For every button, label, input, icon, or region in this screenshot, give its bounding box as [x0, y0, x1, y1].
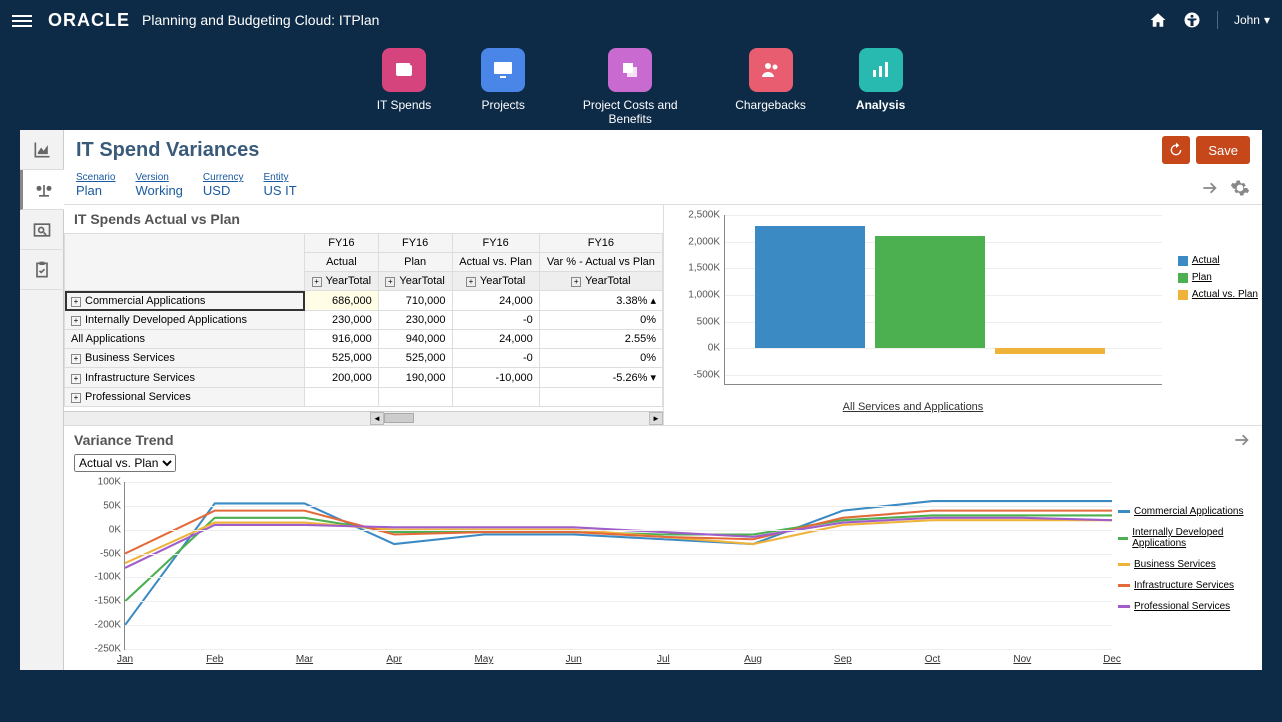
legend-item[interactable]: Business Services [1118, 559, 1258, 570]
trend-selector[interactable]: Actual vs. Plan [74, 454, 176, 472]
line-series[interactable] [125, 518, 1112, 568]
nav-tile-label: Analysis [856, 98, 905, 112]
table-row[interactable]: +Commercial Applications 686,000 710,000… [65, 291, 663, 311]
nav-tile-label: Chargebacks [735, 98, 806, 112]
dim-entity[interactable]: Entity US IT [264, 172, 297, 198]
legend-item[interactable]: Actual vs. Plan [1178, 289, 1258, 300]
sidebar-clipboard-btn[interactable] [20, 250, 64, 290]
chevron-down-icon: ▾ [1264, 13, 1270, 27]
arrow-right-icon[interactable] [1232, 430, 1252, 450]
people-icon [749, 48, 793, 92]
table-row[interactable]: +Infrastructure Services 200,000 190,000… [65, 368, 663, 388]
save-button[interactable]: Save [1196, 136, 1250, 164]
panels-row: IT Spends Actual vs Plan FY16FY16FY16FY1… [64, 205, 1262, 425]
sidebar-chart-btn[interactable] [20, 130, 64, 170]
table-title: IT Spends Actual vs Plan [64, 205, 663, 233]
refresh-button[interactable] [1162, 136, 1190, 164]
stack-icon [608, 48, 652, 92]
sidebar-balance-btn[interactable] [20, 170, 64, 210]
title-bar: IT Spend Variances Save [64, 130, 1262, 170]
accessibility-icon[interactable] [1183, 11, 1201, 29]
bar-chart: -500K0K500K1,000K1,500K2,000K2,500K Actu… [664, 205, 1262, 425]
menu-icon[interactable] [12, 12, 32, 28]
line-chart: -250K-200K-150K-100K-50K0K50K100KJanFebM… [64, 476, 1262, 670]
bar-x-label[interactable]: All Services and Applications [664, 401, 1162, 413]
chart-icon [859, 48, 903, 92]
scroll-left-icon[interactable]: ◄ [370, 412, 384, 425]
dimension-bar: Scenario Plan Version Working Currency U… [64, 170, 1262, 205]
horizontal-scrollbar[interactable]: ◄ ► [64, 411, 663, 425]
left-sidebar [20, 130, 64, 670]
bar[interactable] [875, 236, 985, 348]
line-series[interactable] [125, 520, 1112, 563]
bar[interactable] [755, 226, 865, 349]
content: IT Spend Variances Save Scenario Plan Ve… [20, 130, 1262, 670]
table-row[interactable]: +Internally Developed Applications 230,0… [65, 311, 663, 330]
sidebar-search-btn[interactable] [20, 210, 64, 250]
table-panel: IT Spends Actual vs Plan FY16FY16FY16FY1… [64, 205, 664, 425]
dim-value: USD [203, 183, 244, 198]
table-row[interactable]: +Professional Services [65, 388, 663, 407]
dim-label: Entity [264, 172, 297, 183]
app-title: Planning and Budgeting Cloud: ITPlan [142, 12, 379, 28]
line-series[interactable] [125, 515, 1112, 601]
dim-label: Scenario [76, 172, 115, 183]
trend-title: Variance Trend [74, 432, 174, 448]
dim-value: Plan [76, 183, 115, 198]
dim-version[interactable]: Version Working [135, 172, 182, 198]
home-icon[interactable] [1149, 11, 1167, 29]
bar[interactable] [995, 348, 1105, 353]
nav-tiles: IT Spends Projects Project Costs and Ben… [0, 40, 1282, 130]
header: ORACLE Planning and Budgeting Cloud: ITP… [0, 0, 1282, 40]
dim-currency[interactable]: Currency USD [203, 172, 244, 198]
line-legend: Commercial Applications Internally Develo… [1118, 506, 1258, 622]
wallet-icon [382, 48, 426, 92]
nav-tile-label: Project Costs and Benefits [575, 98, 685, 127]
legend-item[interactable]: Commercial Applications [1118, 506, 1258, 517]
legend-item[interactable]: Professional Services [1118, 601, 1258, 612]
scroll-right-icon[interactable]: ► [649, 412, 663, 425]
legend-item[interactable]: Infrastructure Services [1118, 580, 1258, 591]
user-name: John [1234, 13, 1260, 27]
trend-panel: Variance Trend Actual vs. Plan -250K-200… [64, 425, 1262, 670]
monitor-icon [481, 48, 525, 92]
dim-scenario[interactable]: Scenario Plan [76, 172, 115, 198]
nav-tile-2[interactable]: Project Costs and Benefits [575, 48, 685, 130]
dim-value: Working [135, 183, 182, 198]
nav-tile-0[interactable]: IT Spends [377, 48, 431, 130]
nav-tile-3[interactable]: Chargebacks [735, 48, 806, 130]
gear-icon[interactable] [1230, 178, 1250, 198]
dim-label: Currency [203, 172, 244, 183]
nav-tile-label: Projects [482, 98, 525, 112]
arrow-right-icon[interactable] [1200, 178, 1220, 198]
main-area: IT Spend Variances Save Scenario Plan Ve… [64, 130, 1262, 670]
legend-item[interactable]: Plan [1178, 272, 1258, 283]
dim-value: US IT [264, 183, 297, 198]
divider [1217, 11, 1218, 29]
table-row[interactable]: +Business Services 525,000 525,000 -0 0% [65, 349, 663, 368]
legend-item[interactable]: Internally Developed Applications [1118, 527, 1258, 549]
data-grid[interactable]: FY16FY16FY16FY16ActualPlanActual vs. Pla… [64, 233, 663, 411]
bar-chart-panel: -500K0K500K1,000K1,500K2,000K2,500K Actu… [664, 205, 1262, 425]
scroll-thumb[interactable] [384, 413, 414, 423]
nav-tile-4[interactable]: Analysis [856, 48, 905, 130]
legend-item[interactable]: Actual [1178, 255, 1258, 266]
dim-label: Version [135, 172, 182, 183]
bar-legend: Actual Plan Actual vs. Plan [1178, 255, 1258, 306]
nav-tile-label: IT Spends [377, 98, 431, 112]
logo: ORACLE [48, 10, 130, 31]
nav-tile-1[interactable]: Projects [481, 48, 525, 130]
page-title: IT Spend Variances [76, 139, 259, 162]
table-row[interactable]: All Applications 916,000 940,000 24,000 … [65, 330, 663, 349]
user-menu[interactable]: John ▾ [1234, 13, 1270, 27]
